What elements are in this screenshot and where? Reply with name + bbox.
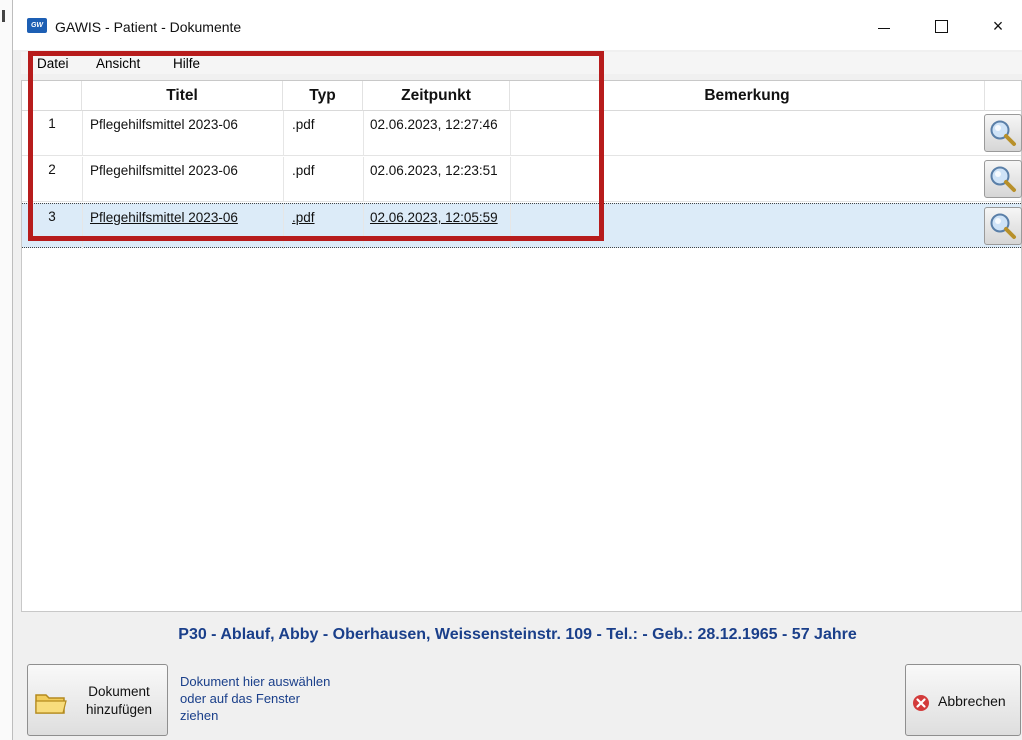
column-header-number [22, 81, 82, 111]
document-title[interactable]: Pflegehilfsmittel 2023-06 [90, 117, 238, 132]
column-header-titel[interactable]: Titel [82, 81, 283, 111]
add-document-label: Dokument hinzufügen [74, 683, 164, 719]
column-header-zeitpunkt[interactable]: Zeitpunkt [363, 81, 510, 111]
documents-window: GW GAWIS - Patient - Dokumente × Datei A… [13, 0, 1022, 740]
document-type[interactable]: .pdf [292, 210, 315, 225]
menu-datei[interactable]: Datei [37, 56, 69, 71]
cancel-icon [913, 695, 929, 711]
close-button[interactable]: × [975, 10, 1021, 42]
cancel-label: Abbrechen [938, 693, 1006, 709]
row-number: 3 [48, 209, 56, 224]
menu-ansicht[interactable]: Ansicht [96, 56, 140, 71]
column-header-typ[interactable]: Typ [283, 81, 363, 111]
window-title: GAWIS - Patient - Dokumente [55, 19, 242, 35]
document-title[interactable]: Pflegehilfsmittel 2023-06 [90, 210, 238, 225]
background-edge-mark [2, 10, 5, 22]
cell-divider [82, 157, 83, 202]
title-bar: GW GAWIS - Patient - Dokumente × [13, 0, 1022, 50]
minimize-button[interactable] [861, 10, 907, 42]
folder-icon [35, 694, 67, 714]
drop-hint: Dokument hier auswählen oder auf das Fen… [180, 673, 330, 724]
drop-hint-line1: Dokument hier auswählen [180, 674, 331, 689]
patient-info-bar: P30 - Ablauf, Abby - Oberhausen, Weissen… [178, 626, 857, 643]
cell-divider [363, 157, 364, 202]
table-row[interactable]: 1 Pflegehilfsmittel 2023-06 .pdf 02.06.2… [22, 111, 1022, 156]
cell-divider [510, 204, 511, 249]
magnifier-icon [990, 213, 1016, 239]
magnifier-icon [990, 120, 1016, 146]
minimize-icon [878, 27, 890, 29]
view-document-button[interactable] [984, 114, 1022, 152]
maximize-icon [934, 19, 948, 33]
document-timestamp[interactable]: 02.06.2023, 12:27:46 [370, 117, 498, 132]
document-title[interactable]: Pflegehilfsmittel 2023-06 [90, 163, 238, 178]
column-header-action [985, 81, 1021, 111]
document-timestamp[interactable]: 02.06.2023, 12:23:51 [370, 163, 498, 178]
drop-hint-line3: ziehen [180, 708, 219, 723]
row-number: 2 [48, 162, 56, 177]
cell-divider [363, 204, 364, 249]
add-document-label-line1: Dokument [88, 684, 150, 699]
add-document-label-line2: hinzufügen [85, 702, 153, 717]
cell-divider [82, 204, 83, 249]
document-type[interactable]: .pdf [292, 117, 315, 132]
app-logo-icon: GW [27, 18, 47, 33]
add-document-button[interactable]: Dokument hinzufügen [27, 664, 168, 736]
maximize-button[interactable] [918, 10, 964, 42]
document-type[interactable]: .pdf [292, 163, 315, 178]
cancel-button[interactable]: Abbrechen [905, 664, 1021, 736]
drop-hint-line2: oder auf das Fenster [180, 691, 300, 706]
document-timestamp[interactable]: 02.06.2023, 12:05:59 [370, 210, 498, 225]
table-row[interactable]: 2 Pflegehilfsmittel 2023-06 .pdf 02.06.2… [22, 157, 1022, 202]
cell-divider [283, 111, 284, 156]
cell-divider [82, 111, 83, 156]
cell-divider [283, 204, 284, 249]
column-header-bemerkung[interactable]: Bemerkung [510, 81, 985, 111]
documents-table: Titel Typ Zeitpunkt Bemerkung 1 Pflegehi… [21, 80, 1022, 612]
cell-divider [283, 157, 284, 202]
view-document-button[interactable] [984, 160, 1022, 198]
menu-hilfe[interactable]: Hilfe [173, 56, 200, 71]
cell-divider [510, 157, 511, 202]
magnifier-icon [990, 166, 1016, 192]
view-document-button[interactable] [984, 207, 1022, 245]
close-icon: × [992, 15, 1004, 36]
cell-divider [510, 111, 511, 156]
row-number: 1 [48, 116, 56, 131]
cell-divider [363, 111, 364, 156]
background-window-edge [0, 0, 13, 740]
menu-bar: Datei Ansicht Hilfe [21, 52, 1022, 74]
table-row-selected[interactable]: 3 Pflegehilfsmittel 2023-06 .pdf 02.06.2… [22, 203, 1022, 249]
